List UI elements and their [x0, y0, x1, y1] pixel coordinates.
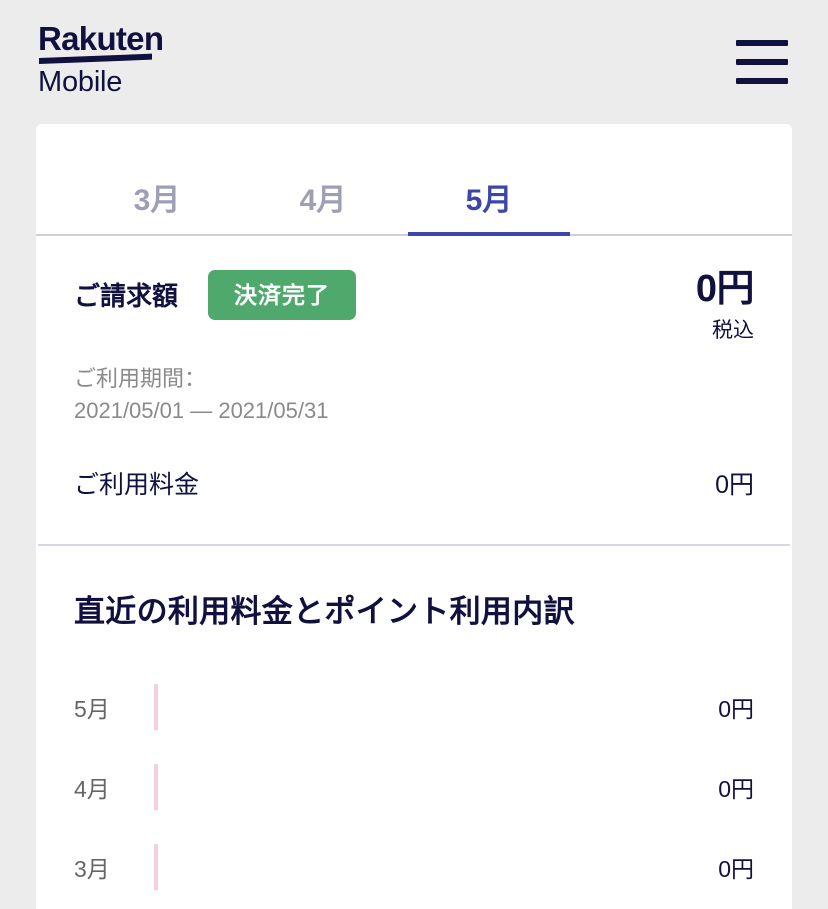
- usage-period: ご利用期間： 2021/05/01 — 2021/05/31: [74, 363, 754, 427]
- usage-breakdown-section: 直近の利用料金とポイント利用内訳 5月 0円 4月 0円 3月 0円: [36, 546, 792, 907]
- month-tabs: 3月 4月 5月: [36, 124, 792, 236]
- usage-fee-row: ご利用料金 0円: [36, 427, 792, 501]
- tab-month-4[interactable]: 4月: [240, 186, 406, 234]
- tab-month-3[interactable]: 3月: [74, 186, 240, 234]
- breakdown-title: 直近の利用料金とポイント利用内訳: [74, 593, 575, 629]
- breakdown-row-month: 4月: [74, 775, 110, 802]
- brand-wordmark: Rakuten: [38, 20, 164, 58]
- breakdown-row-value: 0円: [718, 855, 754, 882]
- breakdown-row-track: [154, 827, 684, 907]
- breakdown-row: 3月 0円: [74, 827, 754, 907]
- breakdown-row-bar: [154, 843, 158, 890]
- hamburger-bar-2: [736, 59, 788, 65]
- breakdown-row-track: [154, 747, 684, 827]
- billing-amount-value: 0円: [695, 268, 755, 310]
- rakuten-mobile-logo[interactable]: Rakuten Mobile: [38, 20, 164, 103]
- billing-summary-header: ご請求額 決済完了 0円 税込: [74, 268, 755, 342]
- usage-period-label: ご利用期間：: [74, 366, 207, 391]
- usage-fee-value: 0円: [715, 470, 754, 499]
- billing-amount-block: 0円 税込: [695, 268, 755, 342]
- usage-fee-label: ご利用料金: [74, 470, 200, 499]
- breakdown-bar-chart: 5月 0円 4月 0円 3月 0円: [74, 667, 754, 907]
- hamburger-menu-icon[interactable]: [736, 40, 788, 84]
- breakdown-row-bar: [154, 763, 158, 810]
- hamburger-bar-1: [736, 40, 788, 46]
- breakdown-row: 4月 0円: [74, 747, 754, 827]
- breakdown-row-month: 5月: [74, 695, 110, 722]
- billing-summary: ご請求額 決済完了 0円 税込 ご利用期間： 2021/05/01 — 2021…: [36, 236, 792, 427]
- breakdown-row-month: 3月: [74, 855, 110, 882]
- billing-card: 3月 4月 5月 ご請求額 決済完了 0円 税込 ご利用期間： 2021/05/…: [36, 124, 792, 909]
- payment-status-badge: 決済完了: [208, 270, 357, 320]
- site-header: Rakuten Mobile: [0, 0, 828, 124]
- breakdown-row: 5月 0円: [74, 667, 754, 747]
- billing-amount-label: ご請求額: [74, 281, 179, 311]
- breakdown-row-value: 0円: [718, 775, 754, 802]
- billing-tax-note: 税込: [712, 319, 754, 342]
- page-body: 3月 4月 5月 ご請求額 決済完了 0円 税込 ご利用期間： 2021/05/…: [0, 124, 828, 909]
- hamburger-bar-3: [736, 78, 788, 84]
- usage-period-value: 2021/05/01 — 2021/05/31: [74, 397, 329, 423]
- breakdown-row-value: 0円: [718, 695, 754, 722]
- tab-month-5[interactable]: 5月: [406, 186, 572, 236]
- breakdown-row-track: [154, 667, 684, 747]
- breakdown-row-bar: [154, 683, 158, 730]
- brand-subtitle: Mobile: [38, 65, 123, 98]
